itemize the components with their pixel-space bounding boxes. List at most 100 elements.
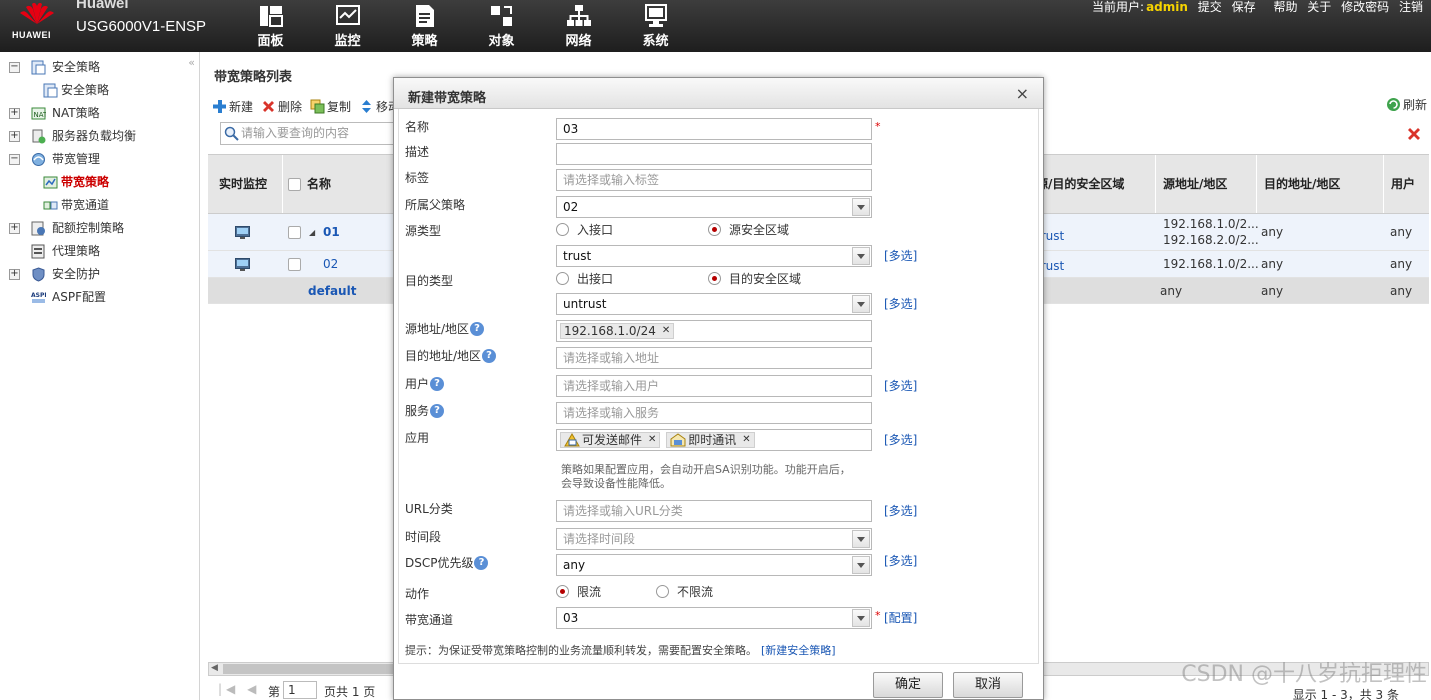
src-zone-multi-select-link[interactable]: [多选] [884,247,917,264]
expand-toggle-icon[interactable]: + [9,269,20,280]
scroll-left-icon[interactable]: ◀ [211,663,218,673]
col-src-addr[interactable]: 源地址/地区 [1157,155,1257,213]
nav-policy[interactable]: 策略 [386,0,463,52]
user-multi-select-link[interactable]: [多选] [884,377,917,394]
url-multi-select-link[interactable]: [多选] [884,502,917,519]
clear-search-icon[interactable] [1407,127,1421,141]
no-limit-radio[interactable]: 不限流 [656,583,713,600]
dscp-multi-select-link[interactable]: [多选] [884,552,917,569]
collapse-toggle-icon[interactable]: − [9,62,20,73]
col-monitor[interactable]: 实时监控 [208,155,283,213]
help-icon[interactable]: ? [430,403,445,418]
policy-name-link[interactable]: 02 [323,251,338,277]
help-icon[interactable]: ? [474,555,489,570]
page-number-input[interactable]: 1 [283,681,317,699]
egress-radio[interactable]: 出接口 [556,270,613,287]
limit-radio[interactable]: 限流 [556,583,601,600]
select-all-checkbox[interactable] [288,178,301,191]
dscp-select[interactable]: any [556,554,872,576]
chevron-down-icon[interactable] [852,556,870,574]
collapse-toggle-icon[interactable]: − [9,154,20,165]
sidebar-item-bandwidth-channel[interactable]: 带宽通道 [0,194,200,217]
parent-policy-select[interactable]: 02 [556,196,872,218]
ok-button[interactable]: 确定 [873,672,943,698]
sidebar-item-bandwidth-policy[interactable]: 带宽策略 [0,171,200,194]
row-checkbox[interactable] [288,214,301,250]
src-zone-select[interactable]: trust [556,245,872,267]
col-name[interactable]: 名称 [284,155,394,213]
refresh-button[interactable]: 刷新 [1386,96,1427,113]
sidebar-item-nat-policy[interactable]: + NAT NAT策略 [0,102,200,125]
policy-name-link[interactable]: 01 [323,214,340,250]
sidebar-item-quota-policy[interactable]: + 配额控制策略 [0,217,200,240]
desc-input[interactable] [556,143,872,165]
help-icon[interactable]: ? [482,348,497,363]
ingress-radio[interactable]: 入接口 [556,221,613,238]
app-multi-select-link[interactable]: [多选] [884,431,917,448]
help-link[interactable]: 帮助 [1273,0,1297,14]
logout-link[interactable]: 注销 [1399,0,1423,14]
dst-addr-input[interactable]: 请选择或输入地址 [556,347,872,369]
user-input[interactable]: 请选择或输入用户 [556,375,872,397]
configure-channel-link[interactable]: [配置] [884,609,917,626]
sidebar-item-bandwidth-mgmt[interactable]: − 带宽管理 [0,148,200,171]
remove-tag-icon[interactable]: ✕ [662,324,670,338]
sidebar-item-security-policy-page[interactable]: 安全策略 [0,79,200,102]
url-category-input[interactable]: 请选择或输入URL分类 [556,500,872,522]
src-addr-input[interactable]: 192.168.1.0/24 ✕ [556,320,872,342]
search-input[interactable]: 请输入要查询的内容 [220,122,400,145]
nav-monitor[interactable]: 监控 [309,0,386,52]
policy-name-link[interactable]: default [308,278,356,303]
new-bandwidth-policy-dialog: 新建带宽策略 × 名称 03 * 描述 标签 请选择或输入标签 所属父策略 02… [393,77,1044,700]
col-user[interactable]: 用户 [1385,155,1429,213]
sidebar-item-aspf[interactable]: ASPF ASPF配置 [0,286,200,309]
save-link[interactable]: 保存 [1232,0,1256,14]
chevron-down-icon[interactable] [852,198,870,216]
new-button[interactable]: 新建 [212,96,253,116]
col-zone[interactable]: 源/目的安全区域 [1036,155,1156,213]
copy-button[interactable]: 复制 [310,96,351,116]
remove-tag-icon[interactable]: ✕ [742,433,750,447]
chevron-down-icon[interactable] [852,247,870,265]
chevron-down-icon[interactable] [852,609,870,627]
about-link[interactable]: 关于 [1307,0,1331,14]
close-icon[interactable]: × [1016,84,1029,103]
col-dst-addr[interactable]: 目的地址/地区 [1258,155,1384,213]
submit-link[interactable]: 提交 [1198,0,1222,14]
cancel-button[interactable]: 取消 [953,672,1023,698]
help-icon[interactable]: ? [470,321,485,336]
dst-zone-radio[interactable]: 目的安全区域 [708,270,801,287]
service-input[interactable]: 请选择或输入服务 [556,402,872,424]
help-icon[interactable]: ? [430,376,445,391]
nav-system[interactable]: 系统 [617,0,694,52]
bandwidth-channel-select[interactable]: 03 [556,607,872,629]
app-input[interactable]: 可发送邮件 ✕ 即时通讯 ✕ [556,429,872,451]
pager-nav-icons[interactable]: |◀ ◀ [218,682,260,696]
realtime-monitor-button[interactable] [235,214,250,250]
name-input[interactable]: 03 [556,118,872,140]
delete-button[interactable]: 删除 [261,96,302,116]
nav-dashboard[interactable]: 面板 [232,0,309,52]
time-range-select[interactable]: 请选择时间段 [556,528,872,550]
sidebar-item-server-lb[interactable]: + 服务器负载均衡 [0,125,200,148]
chevron-down-icon[interactable] [852,530,870,548]
row-checkbox[interactable] [288,251,301,277]
dst-zone-multi-select-link[interactable]: [多选] [884,295,917,312]
sidebar-item-proxy-policy[interactable]: 代理策略 [0,240,200,263]
nav-object[interactable]: 对象 [463,0,540,52]
sidebar-item-security-protection[interactable]: + 安全防护 [0,263,200,286]
expand-toggle-icon[interactable]: + [9,108,20,119]
expand-row-icon[interactable]: ◢ [309,214,315,250]
realtime-monitor-button[interactable] [235,251,250,277]
sidebar-item-security-policy[interactable]: − 安全策略 [0,56,200,79]
src-zone-radio[interactable]: 源安全区域 [708,221,789,238]
expand-toggle-icon[interactable]: + [9,223,20,234]
chevron-down-icon[interactable] [852,295,870,313]
remove-tag-icon[interactable]: ✕ [648,433,656,447]
change-password-link[interactable]: 修改密码 [1341,0,1389,14]
new-security-policy-link[interactable]: [新建安全策略] [761,644,836,657]
nav-network[interactable]: 网络 [540,0,617,52]
dst-zone-select[interactable]: untrust [556,293,872,315]
tag-input[interactable]: 请选择或输入标签 [556,169,872,191]
expand-toggle-icon[interactable]: + [9,131,20,142]
